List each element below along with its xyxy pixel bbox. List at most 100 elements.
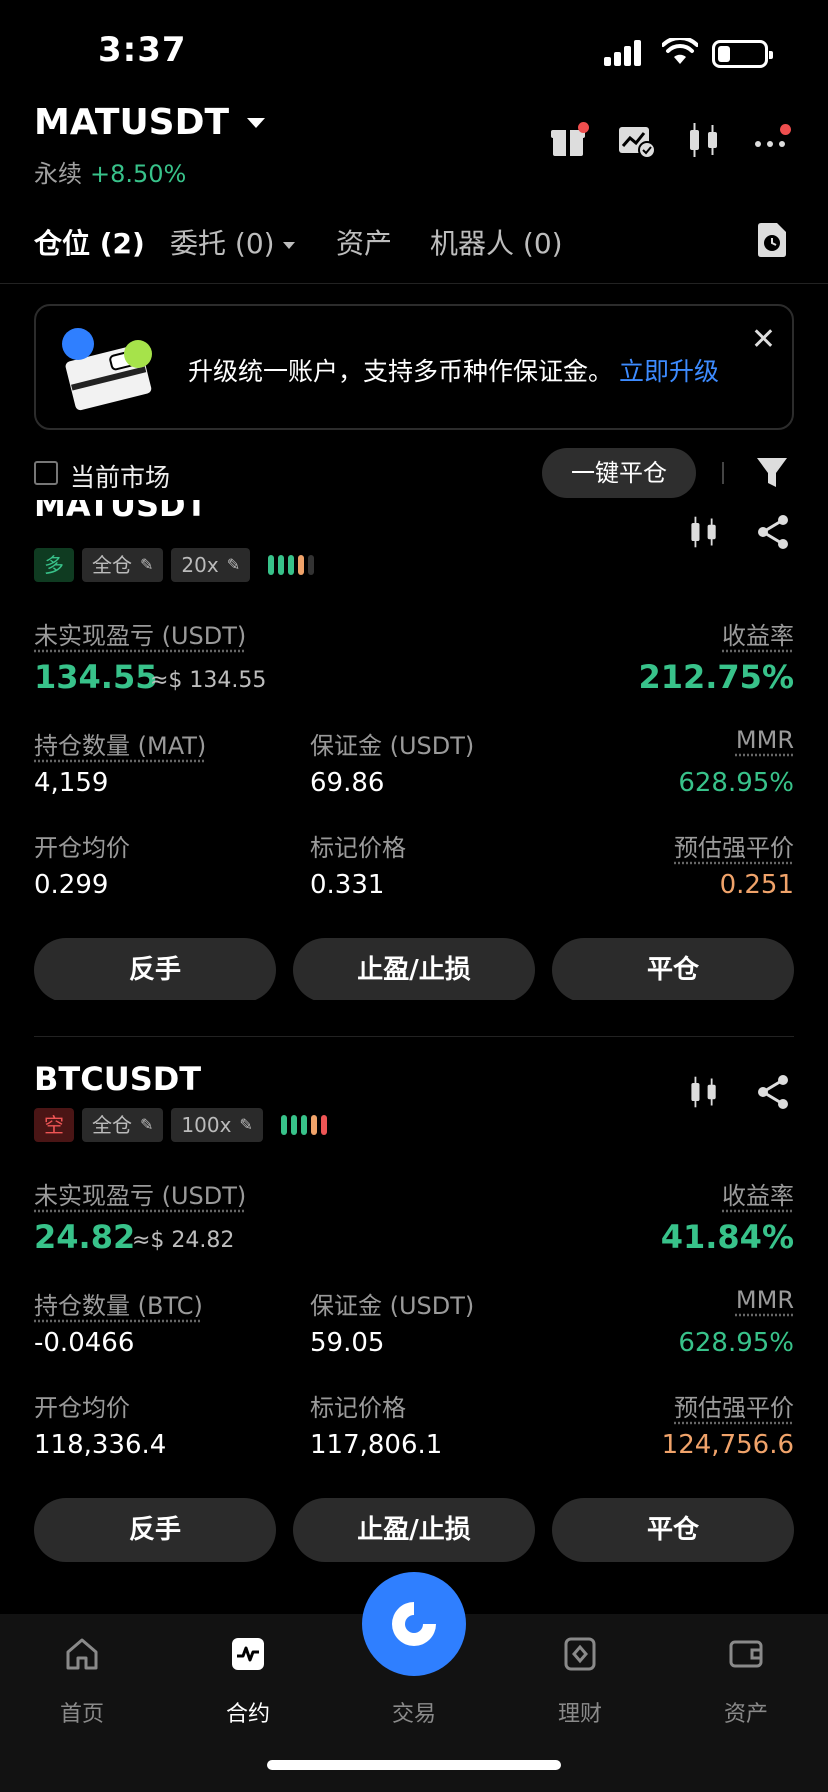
position-tags: 空 全仓 ✎ 100x ✎ (34, 1108, 331, 1142)
filter-row: 当前市场 一键平仓 (0, 448, 828, 500)
candlestick-icon[interactable] (686, 514, 722, 550)
position-size-value: -0.0466 (34, 1328, 135, 1358)
close-all-button[interactable]: 一键平仓 (542, 448, 696, 498)
roe-label: 收益率 (722, 622, 794, 650)
mark-price-value: 117,806.1 (310, 1430, 443, 1460)
edit-icon: ✎ (140, 1115, 154, 1134)
close-icon[interactable]: ✕ (751, 322, 776, 357)
unrealized-pnl-label: 未实现盈亏 (USDT) (34, 622, 247, 650)
entry-price-value: 118,336.4 (34, 1430, 167, 1460)
position-symbol[interactable]: MATUSDT (34, 500, 207, 524)
nav-home-label: 首页 (59, 1702, 104, 1727)
position-symbol[interactable]: BTCUSDT (34, 1060, 201, 1098)
notification-dot (780, 124, 791, 135)
close-position-button[interactable]: 平仓 (552, 1498, 794, 1562)
battery-icon (712, 40, 773, 68)
entry-price-value: 0.299 (34, 870, 109, 900)
nav-futures-label: 合约 (225, 1702, 270, 1727)
edit-icon: ✎ (140, 555, 154, 574)
trade-icon (392, 1602, 436, 1646)
notification-dot (578, 122, 589, 133)
cellular-signal-icon (604, 40, 641, 66)
earn-icon (564, 1637, 596, 1671)
mmr-value: 628.95% (678, 1328, 794, 1358)
tab-bots[interactable]: 机器人 (0) (430, 222, 563, 262)
margin-value: 69.86 (310, 768, 385, 798)
upgrade-link[interactable]: 立即升级 (619, 357, 719, 386)
upgrade-banner[interactable]: 升级统一账户，支持多币种作保证金。 立即升级 ✕ (34, 304, 794, 430)
candlestick-icon[interactable] (686, 1074, 722, 1110)
leverage-tag[interactable]: 20x ✎ (171, 548, 251, 582)
mmr-label: MMR (735, 1286, 794, 1314)
symbol-selector[interactable]: MATUSDT (34, 102, 266, 143)
entry-price-label: 开仓均价 (34, 1394, 130, 1422)
tab-assets[interactable]: 资产 (336, 222, 392, 262)
margin-label: 保证金 (USDT) (310, 1292, 475, 1320)
liq-price-label: 预估强平价 (674, 834, 794, 862)
history-document-icon[interactable] (756, 222, 788, 258)
position-card-btc: BTCUSDT 空 全仓 ✎ 100x ✎ 未实现盈亏 (USDT) 收益率 24.… (0, 1060, 828, 1570)
position-size-value: 4,159 (34, 768, 109, 798)
contract-header: MATUSDT 永续 +8.50% (0, 100, 828, 200)
risk-level-bars (268, 555, 318, 575)
tab-orders-label: 委托 (0) (170, 227, 275, 260)
symbol-subtitle: 永续 +8.50% (34, 154, 186, 189)
edit-icon: ✎ (239, 1115, 253, 1134)
filter-icon[interactable] (756, 456, 788, 490)
wallet-icon (729, 1640, 763, 1668)
tpsl-button[interactable]: 止盈/止损 (293, 1498, 535, 1562)
status-time: 3:37 (98, 30, 187, 70)
position-tabs: 仓位 (2) 委托 (0) 资产 机器人 (0) (0, 222, 828, 284)
chevron-down-icon (247, 117, 266, 128)
candlestick-icon[interactable] (684, 120, 724, 160)
margin-mode-tag[interactable]: 全仓 ✎ (82, 548, 164, 582)
home-indicator (267, 1760, 561, 1770)
home-icon (66, 1638, 98, 1670)
pnl-usd-value: ≈$ 24.82 (132, 1228, 235, 1253)
wallet-illustration (62, 328, 154, 413)
roe-value: 41.84% (660, 1218, 794, 1256)
leverage-label: 20x (181, 553, 219, 577)
tab-orders[interactable]: 委托 (0) (170, 222, 295, 262)
nav-trade-label: 交易 (391, 1702, 436, 1727)
leverage-label: 100x (181, 1113, 232, 1137)
position-size-label: 持仓数量 (MAT) (34, 732, 207, 760)
tpsl-button[interactable]: 止盈/止损 (293, 938, 535, 1000)
liq-price-label: 预估强平价 (674, 1394, 794, 1422)
status-bar: 3:37 (0, 0, 828, 100)
price-change: +8.50% (90, 160, 187, 188)
chart-settings-icon[interactable] (616, 120, 656, 160)
tab-positions[interactable]: 仓位 (2) (34, 222, 145, 262)
leverage-tag[interactable]: 100x ✎ (171, 1108, 263, 1142)
liq-price-value: 0.251 (719, 870, 794, 900)
mmr-value: 628.95% (678, 768, 794, 798)
futures-chart-icon (232, 1638, 264, 1670)
unrealized-pnl-value: 24.82 (34, 1218, 136, 1256)
divider (722, 462, 724, 484)
mark-price-label: 标记价格 (310, 834, 406, 862)
risk-level-bars (280, 1115, 331, 1135)
wifi-icon (662, 38, 698, 64)
edit-icon: ✎ (226, 555, 241, 574)
divider (34, 1036, 794, 1037)
reverse-button[interactable]: 反手 (34, 938, 276, 1000)
mark-price-value: 0.331 (310, 870, 385, 900)
close-position-button[interactable]: 平仓 (552, 938, 794, 1000)
contract-type: 永续 (34, 160, 82, 188)
margin-value: 59.05 (310, 1328, 385, 1358)
margin-mode-label: 全仓 (92, 553, 132, 577)
roe-value: 212.75% (638, 658, 794, 696)
position-size-label: 持仓数量 (BTC) (34, 1292, 203, 1320)
current-market-checkbox[interactable] (34, 461, 58, 485)
symbol-title: MATUSDT (34, 102, 230, 143)
trade-fab-button[interactable] (362, 1572, 466, 1676)
share-icon[interactable] (756, 514, 790, 550)
position-tags: 多 全仓 ✎ 20x ✎ (34, 548, 318, 582)
side-badge: 多 (34, 548, 74, 582)
unrealized-pnl-value: 134.55 (34, 658, 158, 696)
margin-mode-tag[interactable]: 全仓 ✎ (82, 1108, 164, 1142)
reverse-button[interactable]: 反手 (34, 1498, 276, 1562)
share-icon[interactable] (756, 1074, 790, 1110)
chevron-down-icon (282, 241, 295, 249)
mmr-label: MMR (735, 726, 794, 754)
